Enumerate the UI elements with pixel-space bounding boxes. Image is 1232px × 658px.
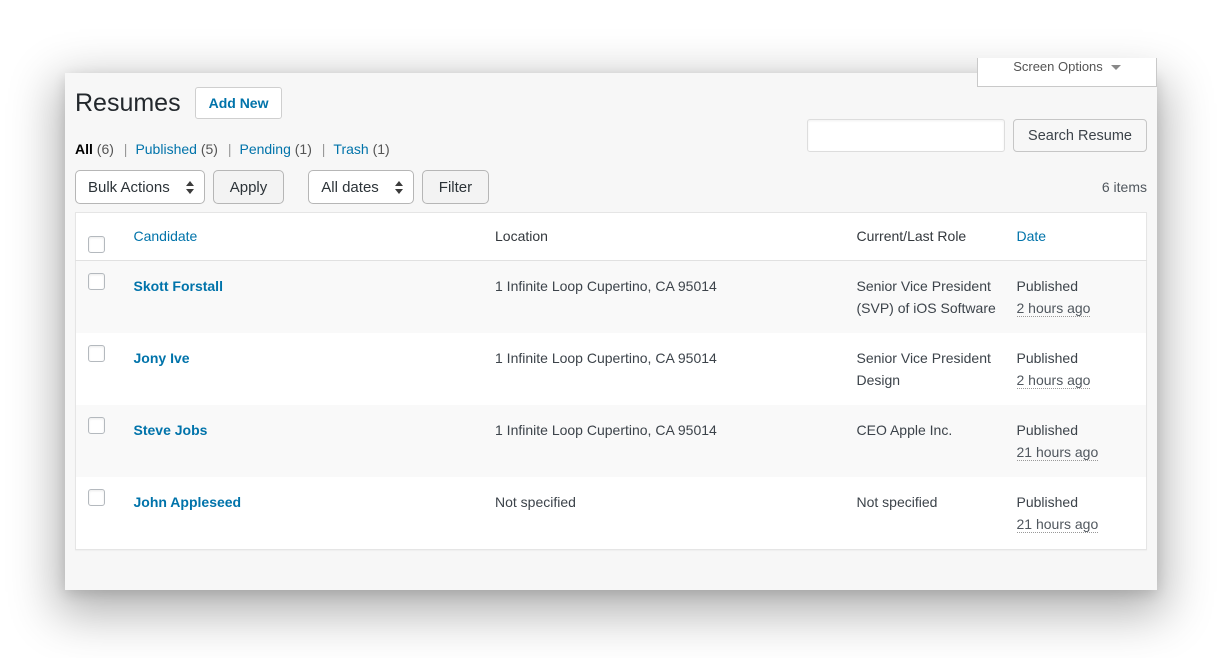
- dates-select[interactable]: All dates: [308, 170, 414, 204]
- status-text: Published: [1017, 422, 1079, 438]
- view-all: All (6): [75, 141, 114, 157]
- select-arrows-icon: [395, 181, 403, 194]
- role-cell: Not specified: [847, 477, 1007, 550]
- search-box: Search Resume: [807, 119, 1147, 152]
- row-checkbox[interactable]: [88, 345, 105, 362]
- time-ago: 21 hours ago: [1017, 516, 1099, 533]
- role-cell: Senior Vice President (SVP) of iOS Softw…: [847, 261, 1007, 334]
- row-checkbox-cell: [76, 477, 124, 550]
- select-all-checkbox[interactable]: [88, 236, 105, 253]
- row-checkbox-cell: [76, 333, 124, 405]
- screenshot-stage: Screen Options Resumes Add New Search Re…: [0, 0, 1232, 658]
- time-ago: 2 hours ago: [1017, 300, 1091, 317]
- row-checkbox[interactable]: [88, 489, 105, 506]
- select-all-cell: [76, 213, 124, 261]
- apply-button[interactable]: Apply: [213, 170, 285, 204]
- view-pending-link[interactable]: Pending (1): [239, 141, 311, 157]
- view-trash-link[interactable]: Trash (1): [333, 141, 389, 157]
- role-cell: Senior Vice President Design: [847, 333, 1007, 405]
- candidate-link[interactable]: Steve Jobs: [134, 422, 208, 438]
- select-arrows-icon: [186, 181, 194, 194]
- table-row: Jony Ive 1 Infinite Loop Cupertino, CA 9…: [76, 333, 1147, 405]
- row-checkbox-cell: [76, 405, 124, 477]
- column-date: Date: [1007, 213, 1147, 261]
- screen-options-label: Screen Options: [1013, 59, 1103, 74]
- chevron-down-icon: [1111, 65, 1121, 70]
- bulk-actions-label: Bulk Actions: [88, 179, 170, 196]
- location-cell: Not specified: [485, 477, 847, 550]
- table-nav: Bulk Actions Apply All dates Filter 6 it…: [75, 170, 1147, 204]
- filter-button[interactable]: Filter: [422, 170, 489, 204]
- date-cell: Published 2 hours ago: [1007, 261, 1147, 334]
- time-ago: 2 hours ago: [1017, 372, 1091, 389]
- dates-label: All dates: [321, 179, 379, 196]
- location-cell: 1 Infinite Loop Cupertino, CA 95014: [485, 405, 847, 477]
- view-published-link[interactable]: Published (5): [135, 141, 218, 157]
- view-published: Published (5): [118, 141, 218, 157]
- column-role: Current/Last Role: [847, 213, 1007, 261]
- status-text: Published: [1017, 278, 1079, 294]
- page-header: Resumes Add New: [75, 73, 1147, 119]
- items-count: 6 items: [1102, 179, 1147, 195]
- view-pending: Pending (1): [222, 141, 312, 157]
- status-text: Published: [1017, 494, 1079, 510]
- row-checkbox[interactable]: [88, 273, 105, 290]
- column-date-sort-link[interactable]: Date: [1017, 228, 1047, 244]
- column-candidate: Candidate: [124, 213, 486, 261]
- view-all-link[interactable]: All (6): [75, 141, 114, 157]
- admin-page-card: Screen Options Resumes Add New Search Re…: [65, 73, 1157, 590]
- column-location: Location: [485, 213, 847, 261]
- table-row: Skott Forstall 1 Infinite Loop Cupertino…: [76, 261, 1147, 334]
- date-cell: Published 21 hours ago: [1007, 405, 1147, 477]
- bulk-actions-select[interactable]: Bulk Actions: [75, 170, 205, 204]
- location-cell: 1 Infinite Loop Cupertino, CA 95014: [485, 261, 847, 334]
- location-cell: 1 Infinite Loop Cupertino, CA 95014: [485, 333, 847, 405]
- column-candidate-sort-link[interactable]: Candidate: [134, 228, 198, 244]
- candidate-cell: Jony Ive: [124, 333, 486, 405]
- date-cell: Published 21 hours ago: [1007, 477, 1147, 550]
- candidate-cell: John Appleseed: [124, 477, 486, 550]
- time-ago: 21 hours ago: [1017, 444, 1099, 461]
- date-cell: Published 2 hours ago: [1007, 333, 1147, 405]
- candidate-cell: Skott Forstall: [124, 261, 486, 334]
- candidate-link[interactable]: Skott Forstall: [134, 278, 223, 294]
- candidate-cell: Steve Jobs: [124, 405, 486, 477]
- table-row: John Appleseed Not specified Not specifi…: [76, 477, 1147, 550]
- resumes-table: Candidate Location Current/Last Role Dat…: [75, 212, 1147, 550]
- table-row: Steve Jobs 1 Infinite Loop Cupertino, CA…: [76, 405, 1147, 477]
- view-trash: Trash (1): [316, 141, 390, 157]
- search-input[interactable]: [807, 119, 1005, 152]
- page-title: Resumes: [75, 89, 181, 118]
- candidate-link[interactable]: Jony Ive: [134, 350, 190, 366]
- row-checkbox-cell: [76, 261, 124, 334]
- table-header: Candidate Location Current/Last Role Dat…: [76, 213, 1147, 261]
- role-cell: CEO Apple Inc.: [847, 405, 1007, 477]
- candidate-link[interactable]: John Appleseed: [134, 494, 242, 510]
- status-text: Published: [1017, 350, 1079, 366]
- resume-table-body: Skott Forstall 1 Infinite Loop Cupertino…: [76, 261, 1147, 550]
- add-new-button[interactable]: Add New: [195, 87, 283, 119]
- search-resume-button[interactable]: Search Resume: [1013, 119, 1147, 152]
- row-checkbox[interactable]: [88, 417, 105, 434]
